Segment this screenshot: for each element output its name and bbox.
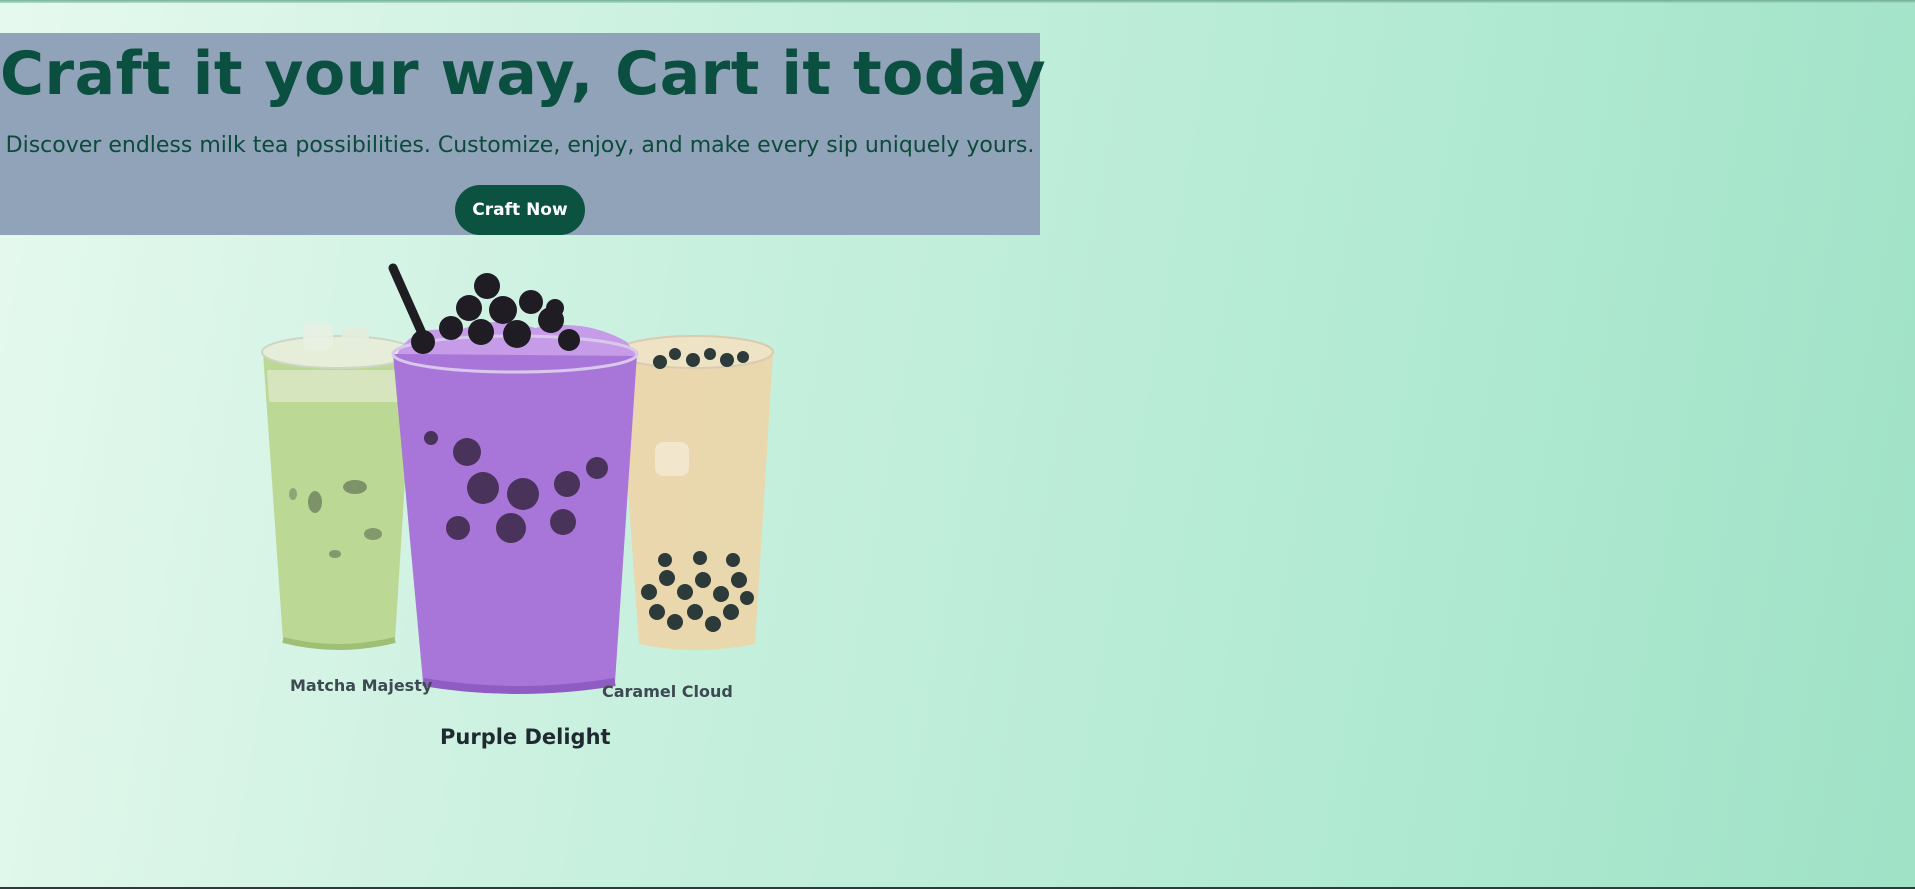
product-label-purple[interactable]: Purple Delight xyxy=(440,725,611,749)
product-label-caramel[interactable]: Caramel Cloud xyxy=(602,682,733,701)
caramel-cup[interactable] xyxy=(616,335,774,650)
craft-now-button[interactable]: Craft Now xyxy=(455,185,585,235)
milk-tea-cups-illustration xyxy=(261,263,774,694)
matcha-cup[interactable] xyxy=(261,324,415,650)
hero-subtitle: Discover endless milk tea possibilities.… xyxy=(5,133,1035,158)
hero-title: Craft it your way, Cart it today xyxy=(0,39,1047,109)
top-divider xyxy=(0,0,1915,3)
product-label-matcha[interactable]: Matcha Majesty xyxy=(290,676,432,695)
hero-banner: Craft it your way, Cart it today Discove… xyxy=(0,33,1047,235)
purple-cup[interactable] xyxy=(388,263,639,694)
